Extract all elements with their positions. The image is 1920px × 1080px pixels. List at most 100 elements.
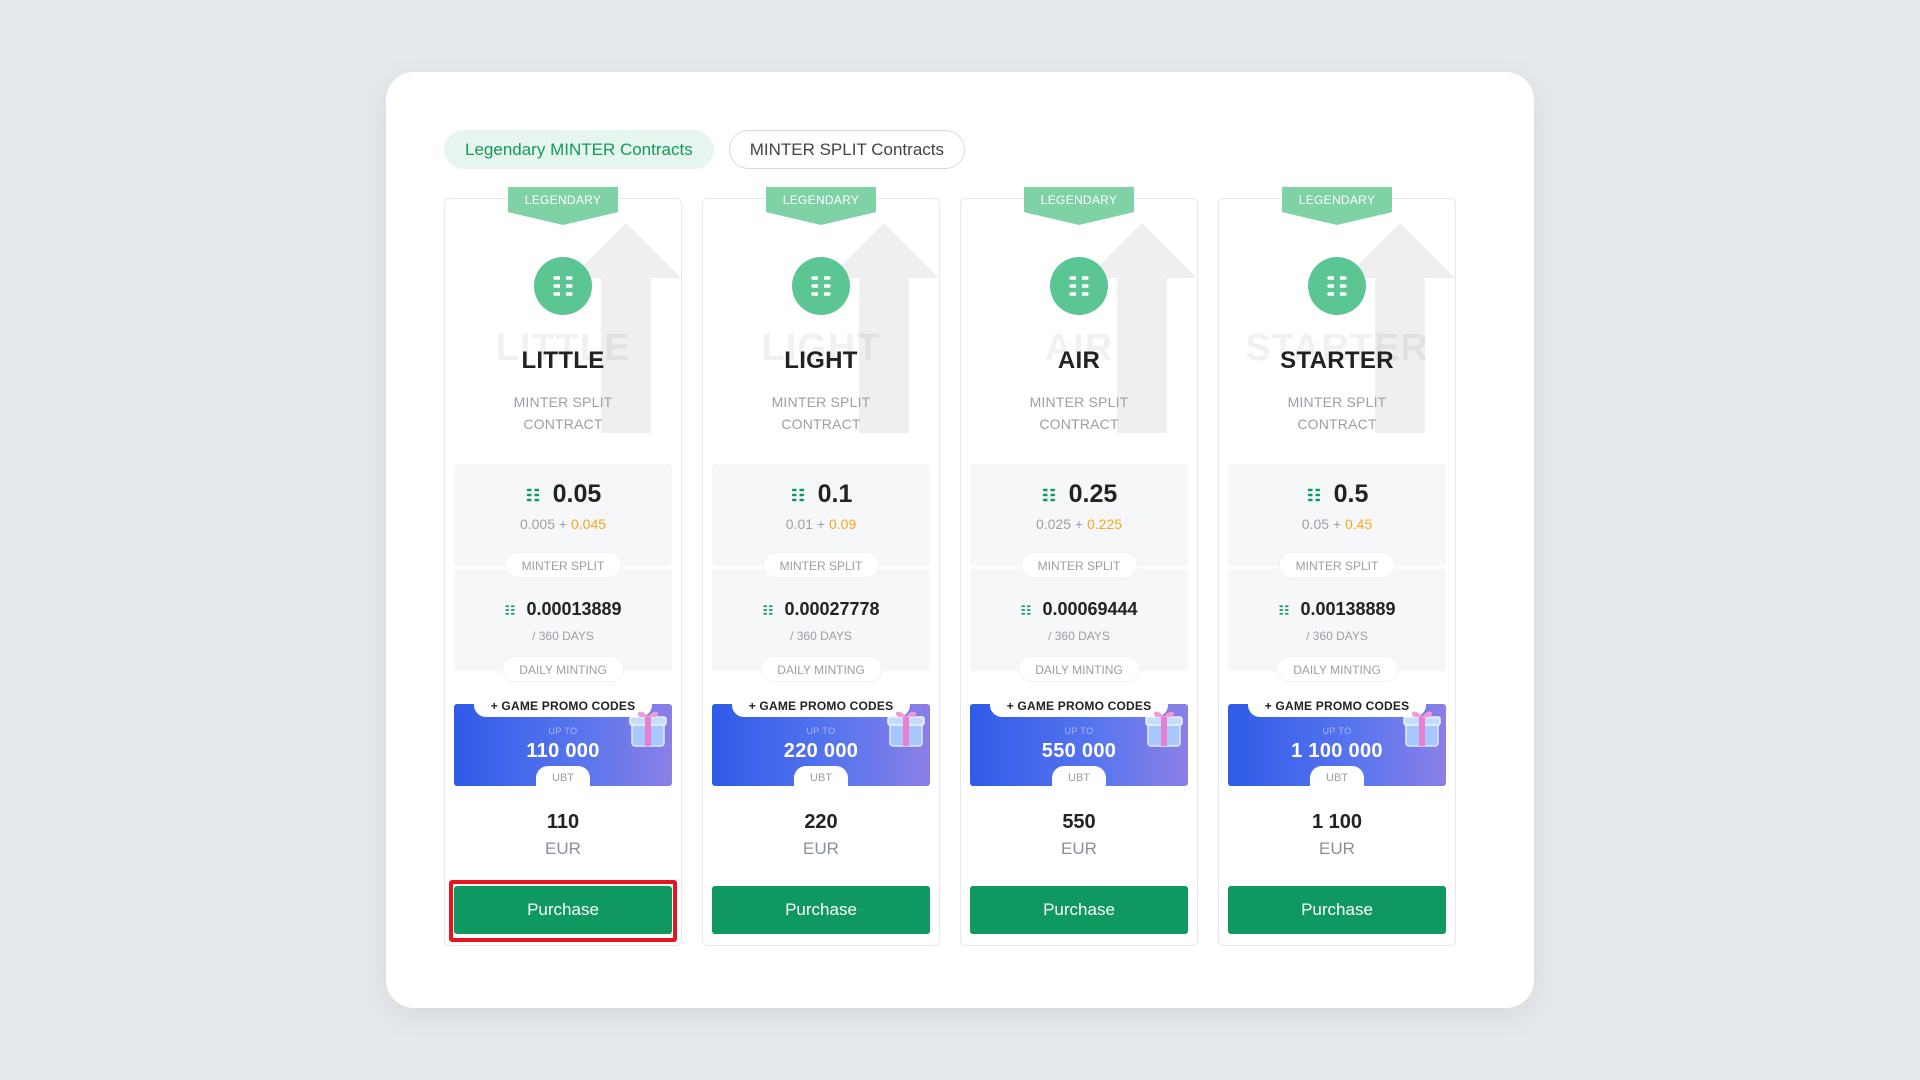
contract-card-starter: LEGENDARY STARTER STARTER MINTER SPLIT C… [1218, 187, 1456, 946]
daily-row: 0.00069444 [970, 599, 1188, 620]
gift-icon [1403, 711, 1441, 747]
contracts-panel: Legendary MINTER Contracts MINTER SPLIT … [386, 72, 1534, 1008]
price-row: 0.1 [712, 480, 930, 509]
contract-type-line2: CONTRACT [523, 416, 603, 432]
price-row: 0.5 [1228, 480, 1446, 509]
daily-minting-label: DAILY MINTING [1018, 656, 1140, 682]
legendary-badge: LEGENDARY [766, 187, 876, 225]
currency-label: EUR [1061, 839, 1097, 858]
daily-minting-label: DAILY MINTING [502, 656, 624, 682]
contract-type: MINTER SPLIT CONTRACT [445, 391, 681, 435]
gift-icon [629, 711, 667, 747]
legendary-badge: LEGENDARY [1282, 187, 1392, 225]
coin-icon [1042, 487, 1055, 502]
price-box: 0.25 0.025 + 0.225 [970, 464, 1188, 566]
promo-unit: UBT [794, 766, 848, 788]
contract-type-line1: MINTER SPLIT [513, 394, 613, 410]
contract-cards: LEGENDARY LITTLE LITTLE MINTER SPLIT CON… [444, 187, 1456, 946]
contract-type-line2: CONTRACT [1039, 416, 1119, 432]
price-base: 0.01 [785, 516, 814, 532]
purchase-button[interactable]: Purchase [454, 886, 672, 934]
contract-card-little: LEGENDARY LITTLE LITTLE MINTER SPLIT CON… [444, 187, 682, 946]
price-bonus: 0.045 [570, 516, 607, 532]
daily-period: / 360 DAYS [532, 629, 594, 643]
contract-name: AIR [1057, 347, 1101, 374]
gift-icon [1145, 711, 1183, 747]
tab-minter-split-contracts[interactable]: MINTER SPLIT Contracts [728, 130, 965, 169]
price-breakdown: 0.05 + 0.45 [1301, 516, 1373, 532]
purchase-button[interactable]: Purchase [712, 886, 930, 934]
minter-split-label: MINTER SPLIT [762, 552, 880, 578]
price-value: 0.5 [1333, 480, 1369, 508]
price-value: 0.1 [817, 480, 853, 508]
price-bonus: 0.45 [1344, 516, 1373, 532]
contract-type: MINTER SPLIT CONTRACT [961, 391, 1197, 435]
daily-row: 0.00013889 [454, 599, 672, 620]
promo-banner: + GAME PROMO CODES UP TO 550 000 UBT [970, 696, 1188, 788]
contract-type-line2: CONTRACT [1297, 416, 1377, 432]
daily-row: 0.00027778 [712, 599, 930, 620]
price-box: 0.5 0.05 + 0.45 [1228, 464, 1446, 566]
daily-minting-value: 0.00013889 [526, 599, 622, 619]
contract-type: MINTER SPLIT CONTRACT [1219, 391, 1455, 435]
daily-period: / 360 DAYS [790, 629, 852, 643]
minter-split-label: MINTER SPLIT [1278, 552, 1396, 578]
coin-icon [505, 604, 516, 615]
price-value: 0.25 [1068, 480, 1118, 508]
contract-type: MINTER SPLIT CONTRACT [703, 391, 939, 435]
price-eur-value: 220 [804, 811, 838, 833]
price-bonus: 0.225 [1086, 516, 1123, 532]
purchase-button[interactable]: Purchase [970, 886, 1188, 934]
daily-minting-value: 0.00138889 [1300, 599, 1396, 619]
contract-name: LIGHT [784, 347, 858, 374]
promo-banner: + GAME PROMO CODES UP TO 220 000 UBT [712, 696, 930, 788]
price-base: 0.025 [1035, 516, 1072, 532]
contract-name: STARTER [1280, 347, 1394, 374]
daily-minting-value: 0.00069444 [1042, 599, 1138, 619]
currency-label: EUR [545, 839, 581, 858]
currency-label: EUR [1319, 839, 1355, 858]
daily-row: 0.00138889 [1228, 599, 1446, 620]
contract-type-line1: MINTER SPLIT [771, 394, 871, 410]
promo-unit: UBT [536, 766, 590, 788]
daily-period: / 360 DAYS [1048, 629, 1110, 643]
coin-icon [526, 487, 539, 502]
coin-icon [1307, 487, 1320, 502]
contract-type-line2: CONTRACT [781, 416, 861, 432]
contract-tabs: Legendary MINTER Contracts MINTER SPLIT … [444, 130, 965, 169]
contract-type-line1: MINTER SPLIT [1287, 394, 1387, 410]
tab-legendary-minter-contracts[interactable]: Legendary MINTER Contracts [444, 130, 714, 169]
price-breakdown: 0.01 + 0.09 [785, 516, 857, 532]
coin-icon [1021, 604, 1032, 615]
price-breakdown: 0.025 + 0.225 [1035, 516, 1123, 532]
coin-icon [791, 487, 804, 502]
contract-type-line1: MINTER SPLIT [1029, 394, 1129, 410]
price-eur-value: 110 [546, 811, 580, 833]
gift-icon [887, 711, 925, 747]
coin-stack-icon [534, 257, 592, 315]
minter-split-label: MINTER SPLIT [504, 552, 622, 578]
promo-unit: UBT [1052, 766, 1106, 788]
coin-icon [1279, 604, 1290, 615]
contract-card-air: LEGENDARY AIR AIR MINTER SPLIT CONTRACT … [960, 187, 1198, 946]
coin-stack-icon [792, 257, 850, 315]
promo-banner: + GAME PROMO CODES UP TO 110 000 UBT [454, 696, 672, 788]
price-box: 0.1 0.01 + 0.09 [712, 464, 930, 566]
price-base: 0.05 [1301, 516, 1330, 532]
minter-split-label: MINTER SPLIT [1020, 552, 1138, 578]
purchase-button[interactable]: Purchase [1228, 886, 1446, 934]
daily-minting-label: DAILY MINTING [1276, 656, 1398, 682]
daily-minting-value: 0.00027778 [784, 599, 880, 619]
price-box: 0.05 0.005 + 0.045 [454, 464, 672, 566]
price-bonus: 0.09 [828, 516, 857, 532]
price-breakdown: 0.005 + 0.045 [519, 516, 607, 532]
coin-stack-icon [1308, 257, 1366, 315]
price-row: 0.25 [970, 480, 1188, 509]
daily-period: / 360 DAYS [1306, 629, 1368, 643]
daily-minting-label: DAILY MINTING [760, 656, 882, 682]
price-base: 0.005 [519, 516, 556, 532]
promo-banner: + GAME PROMO CODES UP TO 1 100 000 UBT [1228, 696, 1446, 788]
price-row: 0.05 [454, 480, 672, 509]
legendary-badge: LEGENDARY [508, 187, 618, 225]
promo-unit: UBT [1310, 766, 1364, 788]
